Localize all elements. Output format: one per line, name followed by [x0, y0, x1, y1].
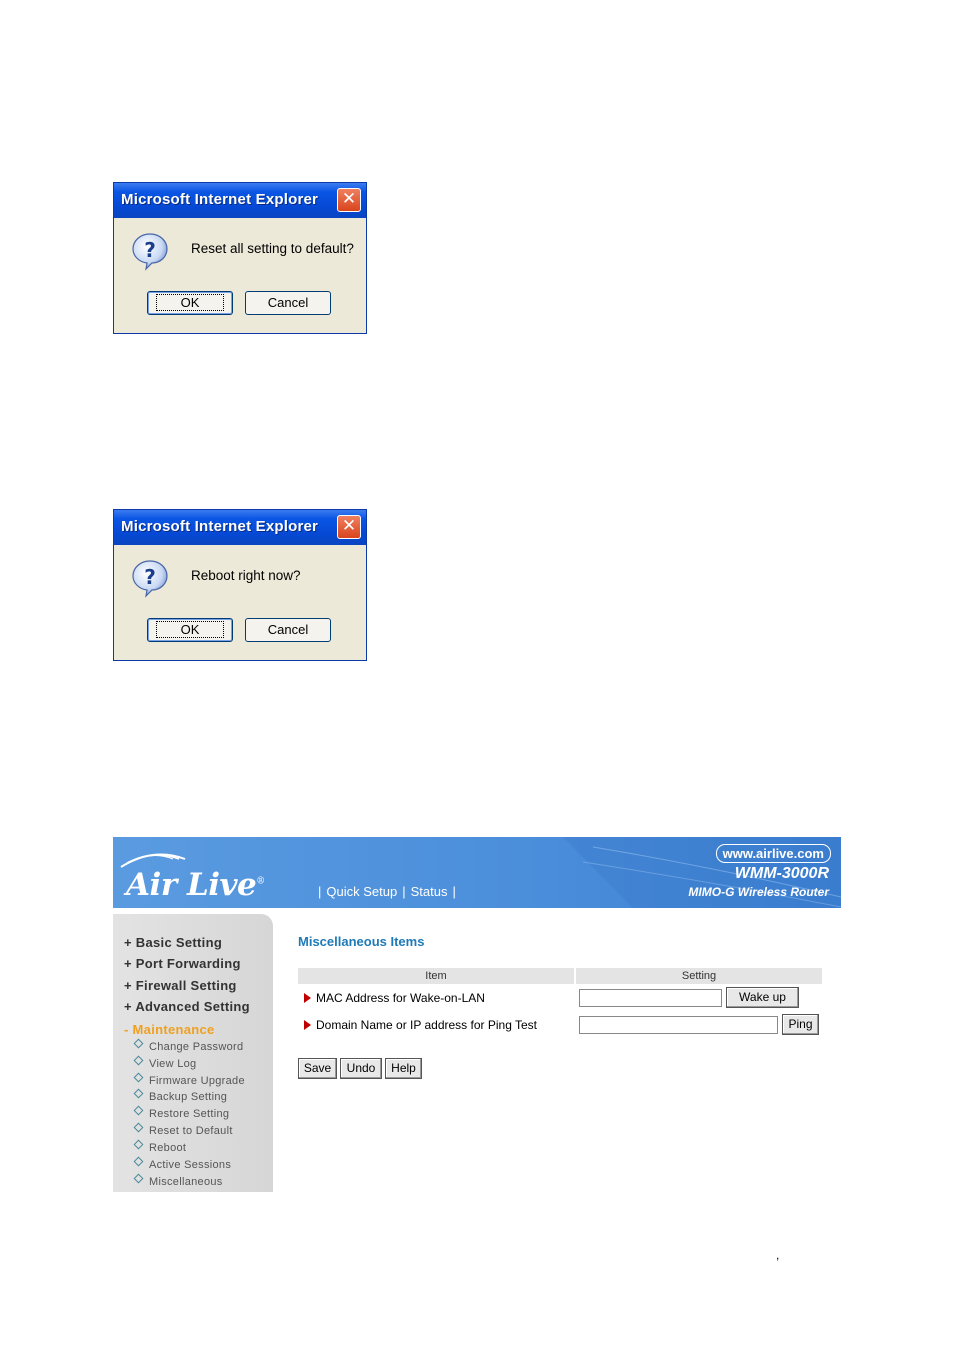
- submenu-active-sessions[interactable]: Active Sessions: [133, 1156, 232, 1171]
- submenu-backup-setting[interactable]: Backup Setting: [133, 1088, 228, 1103]
- submenu-reboot[interactable]: Reboot: [133, 1139, 187, 1154]
- wake-up-button[interactable]: Wake up: [726, 987, 799, 1008]
- nav-separator: |: [402, 884, 406, 899]
- dialog-title: Microsoft Internet Explorer: [121, 518, 319, 535]
- red-arrow-icon: [304, 993, 311, 1003]
- cancel-button[interactable]: Cancel: [245, 618, 331, 642]
- red-arrow-icon: [304, 1020, 311, 1030]
- submenu-miscellaneous[interactable]: Miscellaneous: [133, 1173, 223, 1188]
- mac-address-input[interactable]: [579, 989, 722, 1007]
- router-header: Air Live® | Quick Setup | Status | www.airli…: [113, 837, 841, 908]
- menu-advanced-setting[interactable]: + Advanced Setting: [124, 999, 250, 1014]
- help-button[interactable]: Help: [385, 1058, 422, 1079]
- diamond-bullet-icon: [133, 1156, 144, 1167]
- diamond-bullet-icon: [133, 1105, 144, 1116]
- row-ping-test-label: Domain Name or IP address for Ping Test: [304, 1018, 537, 1032]
- undo-button[interactable]: Undo: [340, 1058, 382, 1079]
- submenu-reset-to-default[interactable]: Reset to Default: [133, 1122, 233, 1137]
- website-badge: www.airlive.com: [715, 844, 831, 863]
- diamond-bullet-icon: [133, 1038, 144, 1049]
- diamond-bullet-icon: [133, 1173, 144, 1184]
- submenu-label: View Log: [149, 1058, 197, 1070]
- router-admin-page: Air Live® | Quick Setup | Status | www.airli…: [113, 837, 841, 1192]
- dialog-message: Reset all setting to default?: [191, 241, 354, 256]
- model-name: WMM-3000R: [734, 865, 829, 882]
- submenu-label: Reset to Default: [149, 1125, 233, 1137]
- airlive-logo: Air Live®: [126, 867, 265, 903]
- submenu-label: Change Password: [149, 1041, 244, 1053]
- question-icon: ?: [132, 560, 168, 598]
- diamond-bullet-icon: [133, 1139, 144, 1150]
- row-label-text: MAC Address for Wake-on-LAN: [316, 991, 485, 1005]
- menu-maintenance[interactable]: - Maintenance: [124, 1022, 215, 1037]
- svg-text:?: ?: [144, 238, 156, 262]
- ok-label: OK: [155, 294, 225, 311]
- menu-firewall-setting[interactable]: + Firewall Setting: [124, 978, 237, 993]
- nav-separator: |: [452, 884, 456, 899]
- column-header-setting: Setting: [576, 968, 822, 984]
- close-icon[interactable]: ✕: [337, 188, 361, 212]
- menu-port-forwarding[interactable]: + Port Forwarding: [124, 956, 241, 971]
- ok-label: OK: [155, 621, 225, 638]
- dialog-titlebar[interactable]: Microsoft Internet Explorer ✕: [114, 510, 366, 545]
- nav-quick-setup[interactable]: Quick Setup: [326, 884, 397, 899]
- ping-address-input[interactable]: [579, 1016, 778, 1034]
- close-icon[interactable]: ✕: [337, 515, 361, 539]
- page-title: Miscellaneous Items: [298, 934, 425, 949]
- cancel-button[interactable]: Cancel: [245, 291, 331, 315]
- diamond-bullet-icon: [133, 1088, 144, 1099]
- question-icon: ?: [132, 233, 168, 271]
- submenu-label: Miscellaneous: [149, 1176, 223, 1188]
- logo-registered-mark: ®: [256, 876, 265, 887]
- logo-text: Air Live: [126, 867, 257, 903]
- submenu-change-password[interactable]: Change Password: [133, 1038, 244, 1053]
- diamond-bullet-icon: [133, 1072, 144, 1083]
- ok-button[interactable]: OK: [147, 618, 233, 642]
- dialog-titlebar[interactable]: Microsoft Internet Explorer ✕: [114, 183, 366, 218]
- reboot-confirm-dialog: Microsoft Internet Explorer ✕ ? Reboot r…: [113, 509, 367, 661]
- submenu-label: Reboot: [149, 1142, 187, 1154]
- submenu-label: Backup Setting: [149, 1091, 228, 1103]
- dialog-title: Microsoft Internet Explorer: [121, 191, 319, 208]
- submenu-restore-setting[interactable]: Restore Setting: [133, 1105, 230, 1120]
- reset-confirm-dialog: Microsoft Internet Explorer ✕ ? Reset al…: [113, 182, 367, 334]
- submenu-view-log[interactable]: View Log: [133, 1055, 197, 1070]
- diamond-bullet-icon: [133, 1122, 144, 1133]
- diamond-bullet-icon: [133, 1055, 144, 1066]
- submenu-label: Restore Setting: [149, 1108, 230, 1120]
- dialog-message: Reboot right now?: [191, 568, 301, 583]
- ok-button[interactable]: OK: [147, 291, 233, 315]
- save-button[interactable]: Save: [298, 1058, 337, 1079]
- submenu-label: Firmware Upgrade: [149, 1075, 245, 1087]
- nav-status[interactable]: Status: [411, 884, 448, 899]
- ping-button[interactable]: Ping: [782, 1014, 819, 1035]
- column-header-item: Item: [298, 968, 574, 984]
- row-label-text: Domain Name or IP address for Ping Test: [316, 1018, 537, 1032]
- svg-text:?: ?: [144, 565, 156, 589]
- submenu-label: Active Sessions: [149, 1159, 232, 1171]
- header-nav: | Quick Setup | Status |: [313, 884, 461, 899]
- sidebar: + Basic Setting + Port Forwarding + Fire…: [113, 914, 273, 1192]
- model-subtitle: MIMO-G Wireless Router: [688, 885, 829, 899]
- stray-mark: ,: [776, 1248, 780, 1262]
- menu-basic-setting[interactable]: + Basic Setting: [124, 935, 222, 950]
- row-wake-on-lan-label: MAC Address for Wake-on-LAN: [304, 991, 485, 1005]
- submenu-firmware-upgrade[interactable]: Firmware Upgrade: [133, 1072, 245, 1087]
- nav-separator: |: [318, 884, 322, 899]
